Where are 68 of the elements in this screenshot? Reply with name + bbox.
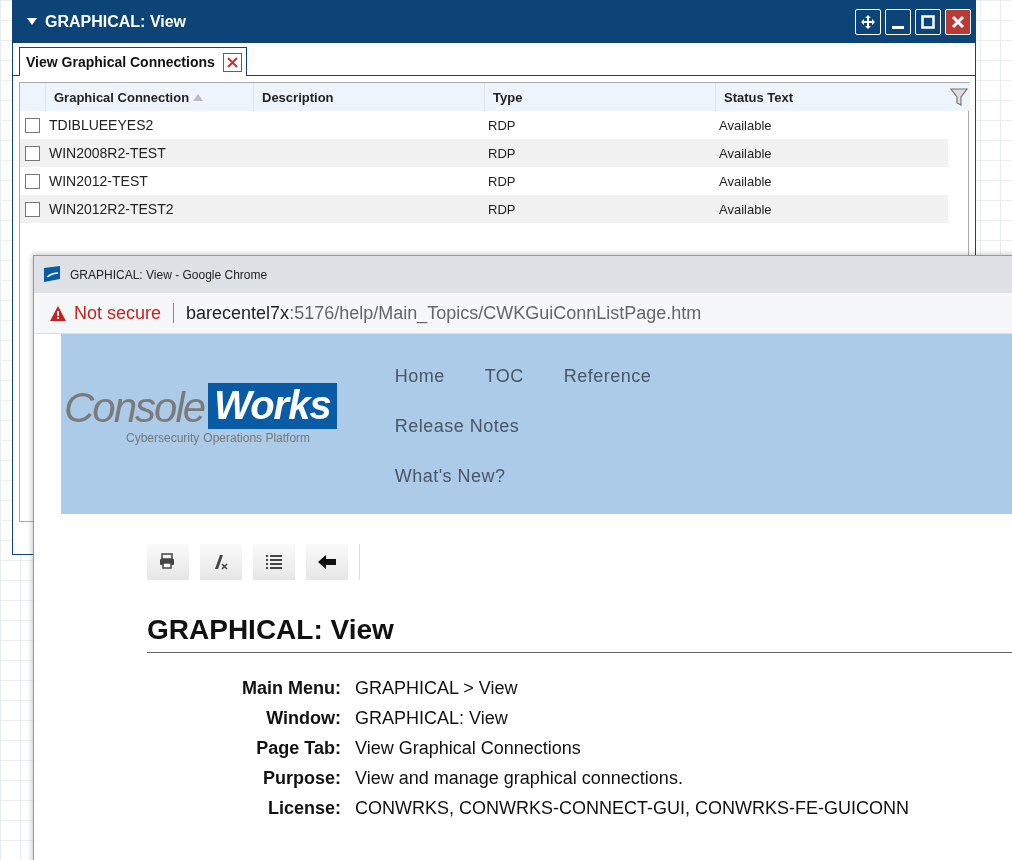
- tab-label: View Graphical Connections: [26, 54, 215, 70]
- column-header[interactable]: Graphical Connection: [45, 83, 253, 111]
- field-label: Purpose:: [262, 767, 341, 790]
- table-cell: WIN2012R2-TEST2: [45, 195, 253, 223]
- table-cell-text: Available: [718, 172, 773, 191]
- security-status[interactable]: Not secure: [74, 302, 162, 324]
- field-label: License:: [266, 797, 341, 820]
- row-checkbox[interactable]: [25, 145, 40, 161]
- flag-icon: [42, 264, 62, 285]
- address-bar[interactable]: Not secure barecentel7x:5176/help/Main_Topics/CWKGuiConnListPage.htm: [34, 293, 1012, 334]
- sort-ascending-icon: [193, 93, 204, 101]
- close-icon: [951, 15, 965, 29]
- nav-link[interactable]: Home: [394, 366, 445, 387]
- column-header[interactable]: Type: [484, 83, 715, 111]
- column-header[interactable]: Status Text: [715, 83, 948, 111]
- close-button[interactable]: [945, 9, 971, 35]
- pen-x-icon: [212, 553, 230, 571]
- table-cell: WIN2008R2-TEST: [45, 139, 253, 167]
- maximize-icon: [921, 15, 935, 29]
- header-cell: [20, 83, 45, 111]
- table-cell: Available: [715, 139, 948, 167]
- table-cell-text: RDP: [487, 116, 517, 135]
- field-label: Page Tab:: [255, 737, 341, 760]
- field-value: CONWRKS, CONWRKS-CONNECT-GUI, CONWRKS-FE-GUICONN: [355, 797, 910, 820]
- maximize-button[interactable]: [915, 9, 941, 35]
- print-button[interactable]: [147, 544, 189, 580]
- table-cell-text: RDP: [487, 172, 517, 191]
- table-cell: RDP: [484, 139, 715, 167]
- collapse-icon[interactable]: [27, 18, 37, 26]
- minimize-button[interactable]: [885, 9, 911, 35]
- warning-icon: [50, 305, 66, 321]
- field-value: View and manage graphical connections.: [355, 767, 684, 790]
- nav-link[interactable]: What's New?: [394, 466, 735, 487]
- field-label: Window:: [265, 707, 341, 730]
- nav-link[interactable]: TOC: [484, 366, 524, 387]
- row-checkbox[interactable]: [25, 173, 40, 189]
- clear-formatting-button[interactable]: [200, 544, 242, 580]
- minimize-icon: [892, 25, 904, 29]
- nav-link[interactable]: Reference: [563, 366, 652, 387]
- browser-title: GRAPHICAL: View - Google Chrome: [70, 267, 268, 282]
- move-button[interactable]: [855, 9, 881, 35]
- table-cell-text: TDIBLUEEYES2: [48, 116, 155, 135]
- contents-button[interactable]: [253, 544, 295, 580]
- field-label: Main Menu:: [241, 677, 341, 700]
- printer-icon: [159, 553, 177, 571]
- column-header[interactable]: Description: [253, 83, 484, 111]
- window-title: GRAPHICAL: View: [45, 13, 188, 31]
- filter-icon[interactable]: [950, 87, 968, 107]
- field-value: GRAPHICAL > View: [355, 677, 519, 700]
- field-value: GRAPHICAL: View: [355, 707, 509, 730]
- field-value: View Graphical Connections: [355, 737, 582, 760]
- table-cell-text: WIN2012-TEST: [48, 172, 149, 191]
- table-cell: RDP: [484, 195, 715, 223]
- list-icon: [265, 553, 283, 571]
- tab[interactable]: View Graphical Connections: [19, 47, 247, 76]
- close-icon: [226, 56, 238, 68]
- arrow-left-icon: [318, 553, 336, 571]
- move-icon: [860, 14, 876, 30]
- row-checkbox[interactable]: [25, 117, 40, 133]
- tab-close-button[interactable]: [222, 52, 242, 72]
- logo[interactable]: Console Works Cybersecurity Operations Platform: [64, 383, 337, 445]
- url-text[interactable]: barecentel7x:5176/help/Main_Topics/CWKGuiConnListPage.htm: [186, 302, 702, 324]
- row-checkbox[interactable]: [25, 201, 40, 217]
- table-cell-text: Available: [718, 116, 773, 135]
- nav-link[interactable]: Release Notes: [394, 416, 735, 437]
- back-button[interactable]: [306, 544, 348, 580]
- page-heading: GRAPHICAL: View: [147, 614, 1012, 653]
- table-cell: Available: [715, 195, 948, 223]
